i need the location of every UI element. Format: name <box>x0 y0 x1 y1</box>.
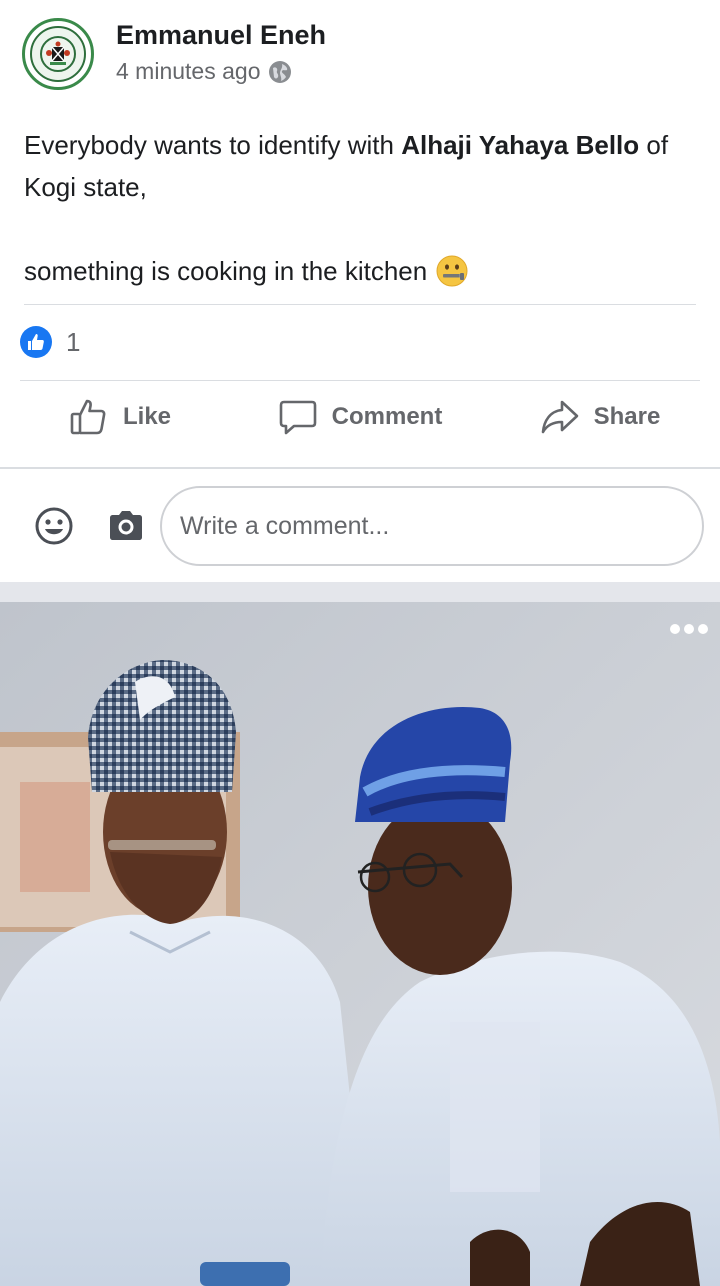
zipper-mouth-face-icon <box>436 255 468 287</box>
feed-gap <box>0 582 720 602</box>
post-actions: Like Comment Share <box>0 392 720 442</box>
reaction-summary[interactable]: 1 <box>20 326 80 358</box>
avatar[interactable] <box>22 18 94 90</box>
like-label: Like <box>122 403 172 430</box>
camera-icon[interactable] <box>106 506 146 546</box>
post-paragraph-2: something is cooking in the kitchen <box>24 250 696 292</box>
thumbs-up-icon <box>70 399 106 435</box>
coat-of-arms-icon <box>30 26 86 82</box>
post-time[interactable]: 4 minutes ago <box>116 58 260 85</box>
mention-name[interactable]: Alhaji Yahaya Bello <box>401 130 639 160</box>
comment-composer <box>0 470 720 582</box>
dot <box>684 624 694 634</box>
share-arrow-icon <box>541 400 578 434</box>
separator <box>0 467 720 469</box>
globe-icon <box>269 60 292 83</box>
dot <box>670 624 680 634</box>
dot <box>698 624 708 634</box>
reaction-count: 1 <box>66 326 81 357</box>
comment-label: Comment <box>331 403 443 430</box>
comment-input[interactable] <box>160 486 704 566</box>
post-header: Emmanuel Eneh 4 minutes ago <box>0 0 720 110</box>
thumbs-up-icon <box>20 326 52 358</box>
share-label: Share <box>593 403 661 430</box>
photo-scene <box>0 602 720 1286</box>
more-options-icon[interactable] <box>670 624 708 634</box>
post-meta: 4 minutes ago <box>116 58 292 85</box>
share-button[interactable]: Share <box>480 392 720 442</box>
smiley-icon[interactable] <box>34 506 74 546</box>
like-button[interactable]: Like <box>0 392 240 442</box>
post-paragraph-1: Everybody wants to identify with Alhaji … <box>24 124 696 208</box>
comment-icon <box>279 400 316 435</box>
post-photo[interactable] <box>0 602 720 1286</box>
post-text: Everybody wants to identify with Alhaji … <box>24 124 696 292</box>
comment-button[interactable]: Comment <box>240 392 480 442</box>
post-text-segment: Everybody wants to identify with <box>24 130 402 160</box>
divider <box>24 304 696 305</box>
author-name[interactable]: Emmanuel Eneh <box>116 20 326 51</box>
divider <box>20 380 700 381</box>
post-text-segment: something is cooking in the kitchen <box>24 256 428 286</box>
